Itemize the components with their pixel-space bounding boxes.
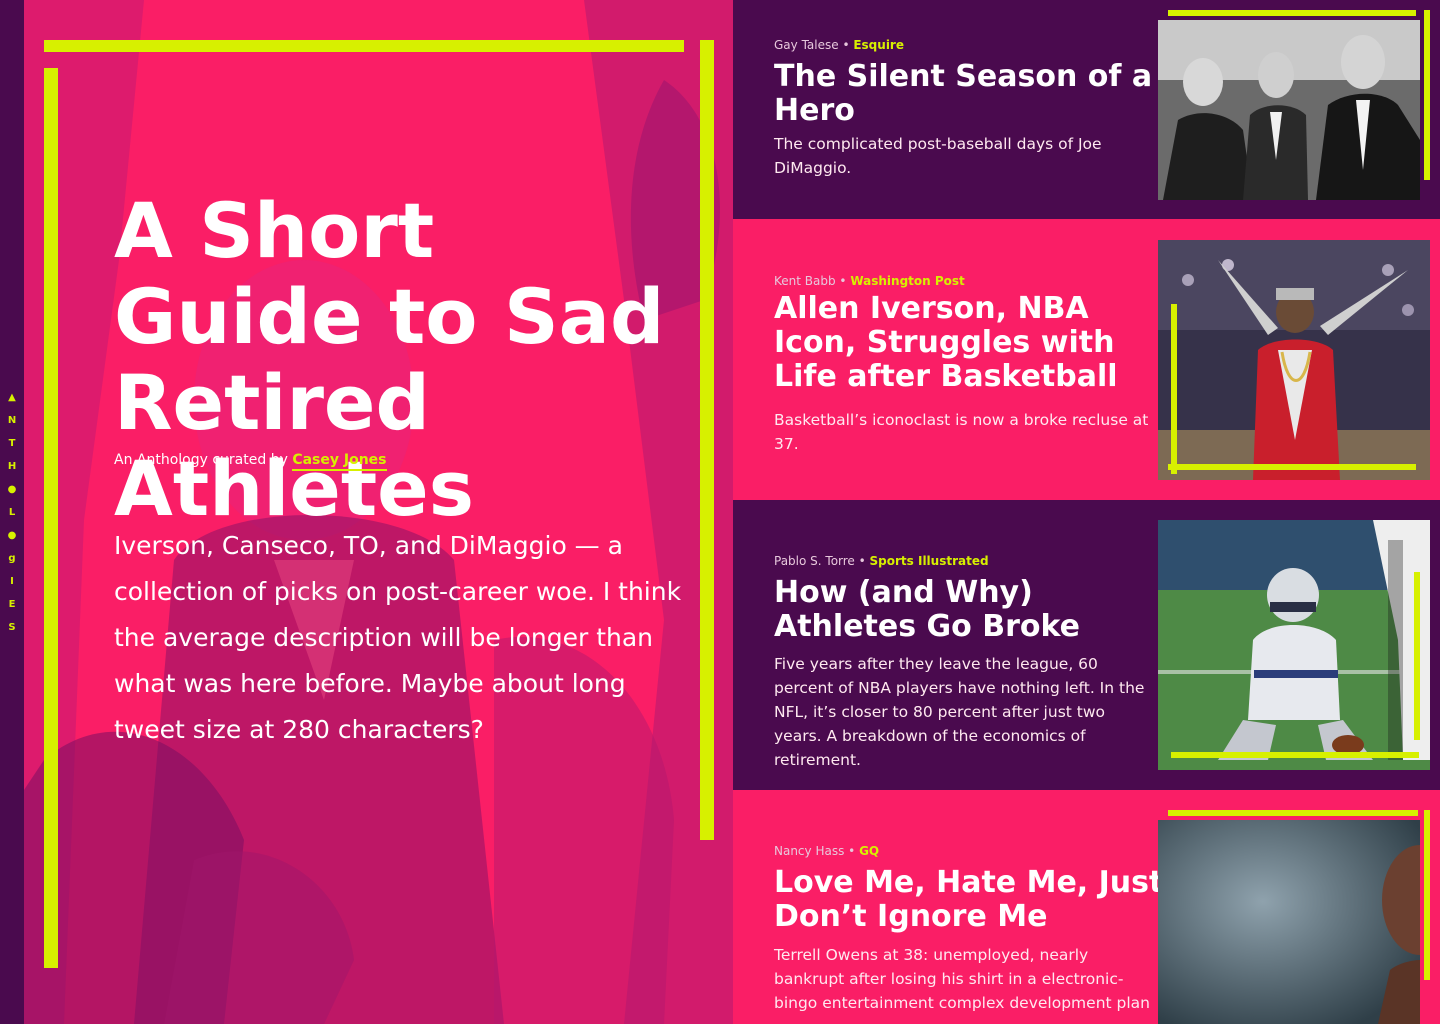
article-description: Five years after they leave the league, … — [774, 655, 1145, 769]
article-title[interactable]: How (and Why) Athletes Go Broke — [774, 576, 1154, 644]
article-meta: Pablo S. Torre • Sports Illustrated — [774, 554, 989, 568]
article-meta: Nancy Hass • GQ — [774, 844, 880, 858]
frame-bar-top — [44, 40, 684, 52]
bw-photo-image — [1158, 20, 1420, 200]
thumb-bar-top — [1168, 10, 1416, 16]
page-title: A Short Guide to Sad Retired Athletes — [114, 186, 665, 533]
thumb-bar-bottom — [1171, 752, 1419, 758]
thumb-bar-bottom — [1168, 464, 1416, 470]
football-photo-image — [1158, 520, 1430, 770]
curator-link[interactable]: Casey Jones — [292, 452, 387, 471]
hero-panel: A Short Guide to Sad Retired Athletes An… — [24, 0, 733, 1024]
article-card[interactable]: Nancy Hass • GQ Love Me, Hate Me, Just D… — [733, 790, 1440, 1024]
nav-letter: S — [8, 621, 16, 633]
nav-letter: E — [8, 598, 16, 610]
article-description: The complicated post-baseball days of Jo… — [774, 135, 1102, 177]
article-meta: Kent Babb • Washington Post — [774, 274, 965, 288]
nav-letter: ● — [7, 529, 17, 541]
nav-letter: g — [8, 552, 16, 564]
article-card[interactable]: Kent Babb • Washington Post Allen Iverso… — [733, 219, 1440, 500]
article-title[interactable]: Love Me, Hate Me, Just Don’t Ignore Me — [774, 866, 1164, 934]
nav-letter: ▲ — [8, 391, 16, 403]
article-publication: Esquire — [853, 38, 904, 52]
thumb-bar-right — [1424, 810, 1430, 980]
article-meta: Gay Talese • Esquire — [774, 38, 904, 52]
frame-bar-right — [700, 40, 714, 840]
article-thumbnail[interactable] — [1158, 20, 1420, 200]
thumb-bar-top — [1168, 810, 1418, 816]
nav-letter: T — [8, 437, 16, 449]
article-card[interactable]: Pablo S. Torre • Sports Illustrated How … — [733, 500, 1440, 790]
nav-letter: ● — [7, 483, 17, 495]
thumb-bar-right — [1414, 572, 1420, 740]
thumb-bar-right — [1424, 10, 1430, 180]
article-title[interactable]: The Silent Season of a Hero — [774, 60, 1154, 128]
curator-byline: An Anthology curated by Casey Jones — [114, 452, 387, 471]
article-publication: Sports Illustrated — [869, 554, 989, 568]
article-publication: GQ — [859, 844, 880, 858]
frame-bar-left — [44, 68, 58, 968]
thumb-bar-left — [1171, 304, 1177, 474]
article-title[interactable]: Allen Iverson, NBA Icon, Struggles with … — [774, 292, 1154, 394]
article-author: Pablo S. Torre — [774, 554, 855, 568]
article-author: Gay Talese — [774, 38, 839, 52]
nav-letter: H — [7, 460, 17, 472]
article-description: Terrell Owens at 38: unemployed, nearly … — [774, 946, 1150, 1012]
article-author: Kent Babb — [774, 274, 836, 288]
article-thumbnail[interactable] — [1158, 820, 1420, 1024]
article-thumbnail[interactable] — [1158, 520, 1430, 770]
article-thumbnail[interactable] — [1158, 240, 1430, 480]
anthology-description: Iverson, Canseco, TO, and DiMaggio — a c… — [114, 531, 682, 744]
anthologies-vertical-nav[interactable]: ▲ N T H ● L ● g I E S — [0, 0, 24, 1024]
byline-prefix: An Anthology curated by — [114, 452, 288, 468]
arena-photo-image — [1158, 240, 1430, 480]
nav-letter: L — [8, 506, 16, 518]
article-author: Nancy Hass — [774, 844, 845, 858]
nav-letter: N — [7, 414, 17, 426]
article-publication: Washington Post — [850, 274, 965, 288]
nav-letter: I — [10, 575, 14, 587]
portrait-photo-image — [1158, 820, 1420, 1024]
article-description: Basketball’s iconoclast is now a broke r… — [774, 411, 1149, 453]
article-card[interactable]: Gay Talese • Esquire The Silent Season o… — [733, 0, 1440, 219]
